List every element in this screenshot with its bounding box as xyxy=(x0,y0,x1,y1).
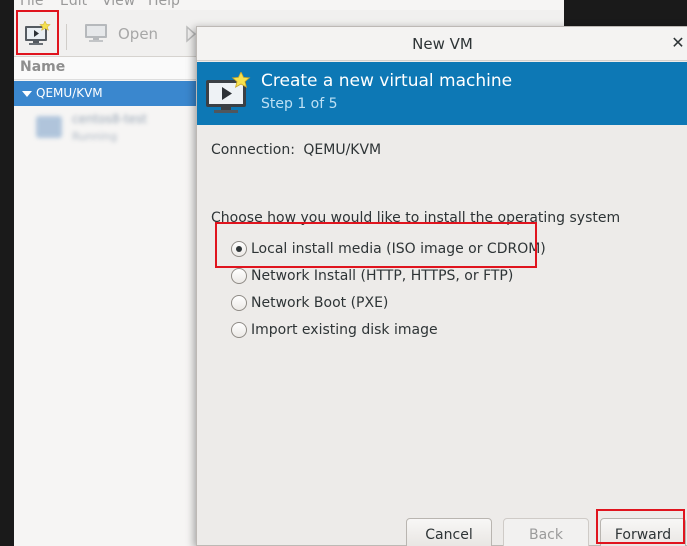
connection-row-label: QEMU/KVM xyxy=(36,86,103,100)
new-vm-icon xyxy=(25,20,51,45)
dialog-title: New VM xyxy=(412,35,473,53)
connection-label: Connection: xyxy=(211,142,295,158)
name-column-label: Name xyxy=(20,59,66,75)
new-vm-button[interactable] xyxy=(24,16,52,52)
menu-view[interactable]: View xyxy=(102,0,135,9)
open-button[interactable]: Open xyxy=(84,16,158,52)
vm-monitor-icon xyxy=(36,116,62,138)
radio-button[interactable] xyxy=(231,295,247,311)
install-method-prompt: Choose how you would like to install the… xyxy=(211,210,621,226)
new-vm-dialog: New VM ✕ Create a new virtual machine St… xyxy=(196,26,687,546)
banner-title: Create a new virtual machine xyxy=(261,71,513,91)
back-button[interactable]: Back xyxy=(503,518,589,546)
toolbar-separator xyxy=(66,24,67,50)
open-console-icon xyxy=(85,24,107,42)
run-icon xyxy=(186,25,196,43)
vm-name: centos8-test xyxy=(72,112,147,126)
menu-file[interactable]: File xyxy=(20,0,43,9)
radio-network-boot[interactable]: Network Boot (PXE) xyxy=(231,293,388,313)
radio-button[interactable] xyxy=(231,322,247,338)
dialog-banner: Create a new virtual machine Step 1 of 5 xyxy=(197,62,687,125)
radio-label: Local install media (ISO image or CDROM) xyxy=(251,241,546,257)
banner-step-indicator: Step 1 of 5 xyxy=(261,96,338,112)
cancel-button[interactable]: Cancel xyxy=(406,518,492,546)
radio-button[interactable] xyxy=(231,268,247,284)
radio-label: Network Install (HTTP, HTTPS, or FTP) xyxy=(251,268,514,284)
menu-help[interactable]: Help xyxy=(148,0,180,9)
connection-value: QEMU/KVM xyxy=(303,142,382,158)
expander-arrow-icon[interactable] xyxy=(22,91,32,97)
radio-network-install[interactable]: Network Install (HTTP, HTTPS, or FTP) xyxy=(231,266,513,286)
vm-state: Running xyxy=(72,130,118,143)
new-vm-banner-icon xyxy=(206,72,251,113)
dialog-titlebar[interactable]: New VM ✕ xyxy=(197,27,687,61)
run-button[interactable] xyxy=(186,16,196,52)
radio-button-checked[interactable] xyxy=(231,241,247,257)
menubar: File Edit View Help xyxy=(14,0,564,10)
open-label: Open xyxy=(118,25,159,43)
radio-import-disk-image[interactable]: Import existing disk image xyxy=(231,320,438,340)
radio-local-install-media[interactable]: Local install media (ISO image or CDROM) xyxy=(231,239,546,259)
close-icon[interactable]: ✕ xyxy=(670,34,686,52)
radio-label: Network Boot (PXE) xyxy=(251,295,389,311)
menu-edit[interactable]: Edit xyxy=(60,0,87,9)
vm-list-item[interactable]: centos8-test Running xyxy=(32,110,192,150)
connection-info: Connection: QEMU/KVM xyxy=(211,142,381,158)
radio-label: Import existing disk image xyxy=(251,322,438,338)
forward-button[interactable]: Forward xyxy=(600,518,686,546)
